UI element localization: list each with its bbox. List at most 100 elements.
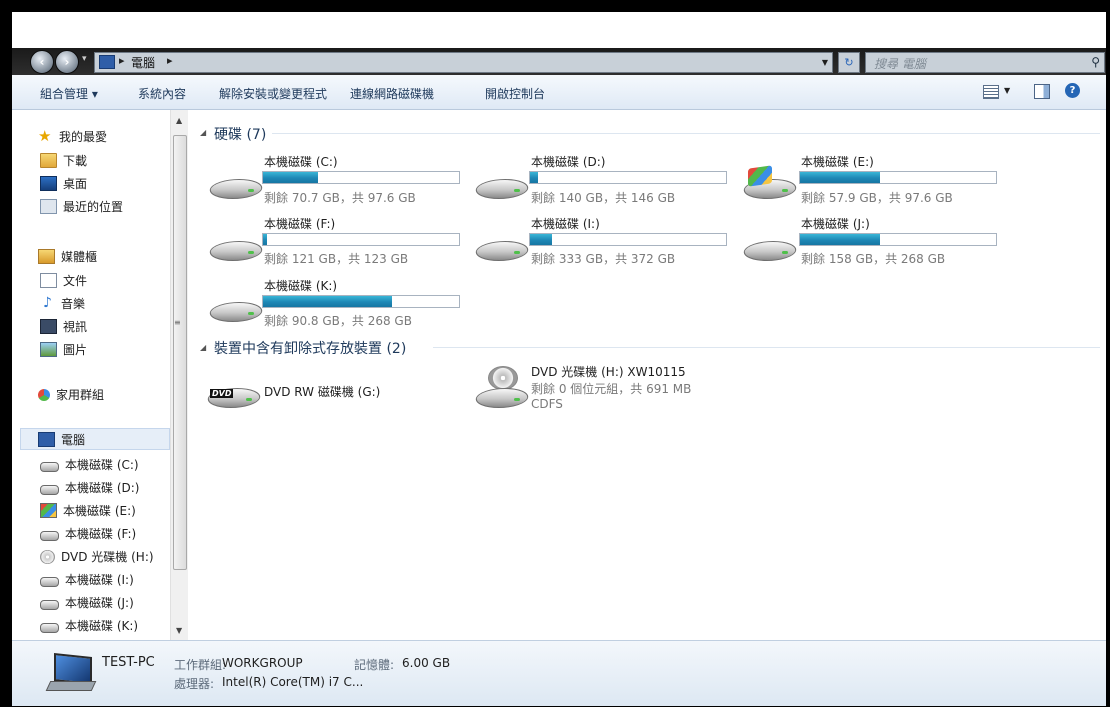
folder-icon [40,153,57,168]
sidebar-item-label: 圖片 [63,343,88,357]
sidebar-item-video[interactable]: 視訊 [40,318,87,335]
drive-i-name[interactable]: 本機磁碟 (I:) [531,215,600,232]
sidebar-item-label: 我的最愛 [59,130,108,144]
open-control-panel-button[interactable]: 開啟控制台 [485,85,545,102]
navigation-pane: ★ 我的最愛 下載 桌面 最近的位置 媒體櫃 文件 ♪ 音樂 視訊 圖片 家用群… [12,110,170,640]
dvd-drive-icon[interactable] [472,366,532,410]
drive-icon [40,461,59,472]
uninstall-program-button[interactable]: 解除安裝或變更程式 [219,85,327,102]
dvd-g-name[interactable]: DVD RW 磁碟機 (G:) [264,383,380,400]
drive-icon[interactable] [206,173,266,199]
sidebar-item-drive-f[interactable]: 本機磁碟 (F:) [40,525,136,542]
drive-i-usage-bar [529,233,727,246]
section-divider [433,347,1100,348]
sidebar-item-music[interactable]: ♪ 音樂 [40,295,85,312]
drive-f-name[interactable]: 本機磁碟 (F:) [264,215,335,232]
drive-d-usage-bar [529,171,727,184]
drive-icon[interactable] [740,235,800,261]
sidebar-item-libraries[interactable]: 媒體櫃 [38,248,97,265]
drive-icon [40,622,59,633]
music-icon: ♪ [43,295,52,311]
change-view-icon[interactable] [983,85,999,99]
search-input[interactable]: 搜尋 電腦 ⚲ [865,52,1105,73]
scrollbar-thumb[interactable] [173,135,187,570]
drive-icon[interactable] [206,296,266,322]
sidebar-item-label: 本機磁碟 (D:) [65,481,140,495]
drive-icon [40,599,59,610]
drive-icon[interactable] [472,173,532,199]
drive-e-name[interactable]: 本機磁碟 (E:) [801,153,874,170]
sidebar-item-label: 視訊 [63,320,88,334]
sidebar-item-dvd-h[interactable]: DVD 光碟機 (H:) [40,548,154,565]
drive-j-name[interactable]: 本機磁碟 (J:) [801,215,870,232]
sidebar-item-drive-i[interactable]: 本機磁碟 (I:) [40,571,134,588]
scroll-up-icon[interactable]: ▲ [176,116,182,125]
collapse-hard-disks-icon[interactable]: ◢ [200,128,206,137]
sidebar-item-label: 電腦 [61,433,86,447]
hard-disks-header[interactable]: 硬碟 (7) [214,124,266,144]
drive-f-usage-bar [262,233,460,246]
dvd-icon [40,549,55,564]
breadcrumb[interactable]: ▸ 電腦 ▸ [94,52,821,73]
view-options-dropdown-icon[interactable]: ▼ [1004,86,1010,95]
dvd-h-filesystem: CDFS [531,397,563,411]
dvd-h-name[interactable]: DVD 光碟機 (H:) XW10115 [531,363,686,380]
sidebar-item-favorites[interactable]: ★ 我的最愛 [38,128,107,145]
scroll-down-icon[interactable]: ▼ [176,626,182,635]
address-dropdown-icon[interactable]: ▼ [818,52,833,73]
forward-button[interactable]: › [55,50,79,74]
sidebar-item-drive-d[interactable]: 本機磁碟 (D:) [40,479,139,496]
map-network-drive-button[interactable]: 連線網路磁碟機 [350,85,434,102]
recent-pages-arrow-icon[interactable]: ▾ [82,54,87,64]
window-frame-right [1106,0,1110,707]
sidebar-item-label: 本機磁碟 (J:) [65,596,134,610]
drive-d-name[interactable]: 本機磁碟 (D:) [531,153,605,170]
sidebar-item-label: 媒體櫃 [61,250,98,264]
search-icon[interactable]: ⚲ [1091,55,1100,69]
dvd-rw-drive-icon[interactable]: DVD [204,366,264,410]
memory-value: 6.00 GB [402,656,451,670]
sidebar-item-drive-e[interactable]: 本機磁碟 (E:) [40,502,136,519]
sidebar-item-label: 文件 [63,274,88,288]
drive-c-space: 剩餘 70.7 GB，共 97.6 GB [264,191,416,205]
breadcrumb-arrow-icon[interactable]: ▸ [119,54,125,67]
sidebar-item-drive-j[interactable]: 本機磁碟 (J:) [40,594,134,611]
drive-k-usage-bar [262,295,460,308]
section-divider [272,133,1100,134]
navigation-scrollbar[interactable]: ▲ ≡ ▼ [170,110,188,640]
sidebar-item-desktop[interactable]: 桌面 [40,175,87,192]
drive-f-space: 剩餘 121 GB，共 123 GB [264,252,409,266]
removable-storage-header[interactable]: 裝置中含有卸除式存放裝置 (2) [214,338,406,358]
system-properties-button[interactable]: 系統內容 [138,85,186,102]
sidebar-item-downloads[interactable]: 下載 [40,152,87,169]
sidebar-item-documents[interactable]: 文件 [40,272,87,289]
computer-icon [99,55,115,69]
sidebar-item-label: 本機磁碟 (C:) [65,458,139,472]
drive-k-space: 剩餘 90.8 GB，共 268 GB [264,314,412,328]
sidebar-item-homegroup[interactable]: 家用群組 [38,386,104,403]
drive-c-name[interactable]: 本機磁碟 (C:) [264,153,338,170]
sidebar-item-label: 音樂 [61,297,86,311]
drive-icon [40,530,59,541]
preview-pane-icon[interactable] [1034,84,1050,99]
sidebar-item-drive-c[interactable]: 本機磁碟 (C:) [40,456,139,473]
back-button[interactable]: ‹ [30,50,54,74]
windows-drive-icon[interactable] [740,165,800,199]
picture-icon [40,342,57,357]
drive-icon[interactable] [472,235,532,261]
sidebar-item-computer[interactable]: 電腦 [38,431,85,448]
refresh-button[interactable]: ↻ [838,52,860,73]
organize-button[interactable]: 組合管理 ▾ [40,85,98,102]
sidebar-item-recent-places[interactable]: 最近的位置 [40,198,123,215]
window-frame-left [0,0,12,707]
sidebar-item-pictures[interactable]: 圖片 [40,341,87,358]
help-icon[interactable]: ? [1065,83,1080,98]
drive-icon[interactable] [206,235,266,261]
sidebar-item-drive-k[interactable]: 本機磁碟 (K:) [40,617,138,634]
breadcrumb-computer[interactable]: 電腦 [131,54,155,71]
collapse-removable-icon[interactable]: ◢ [200,343,206,352]
dvd-h-space: 剩餘 0 個位元組，共 691 MB [531,382,692,396]
drive-j-usage-bar [799,233,997,246]
breadcrumb-arrow-icon[interactable]: ▸ [167,54,173,67]
drive-k-name[interactable]: 本機磁碟 (K:) [264,277,337,294]
